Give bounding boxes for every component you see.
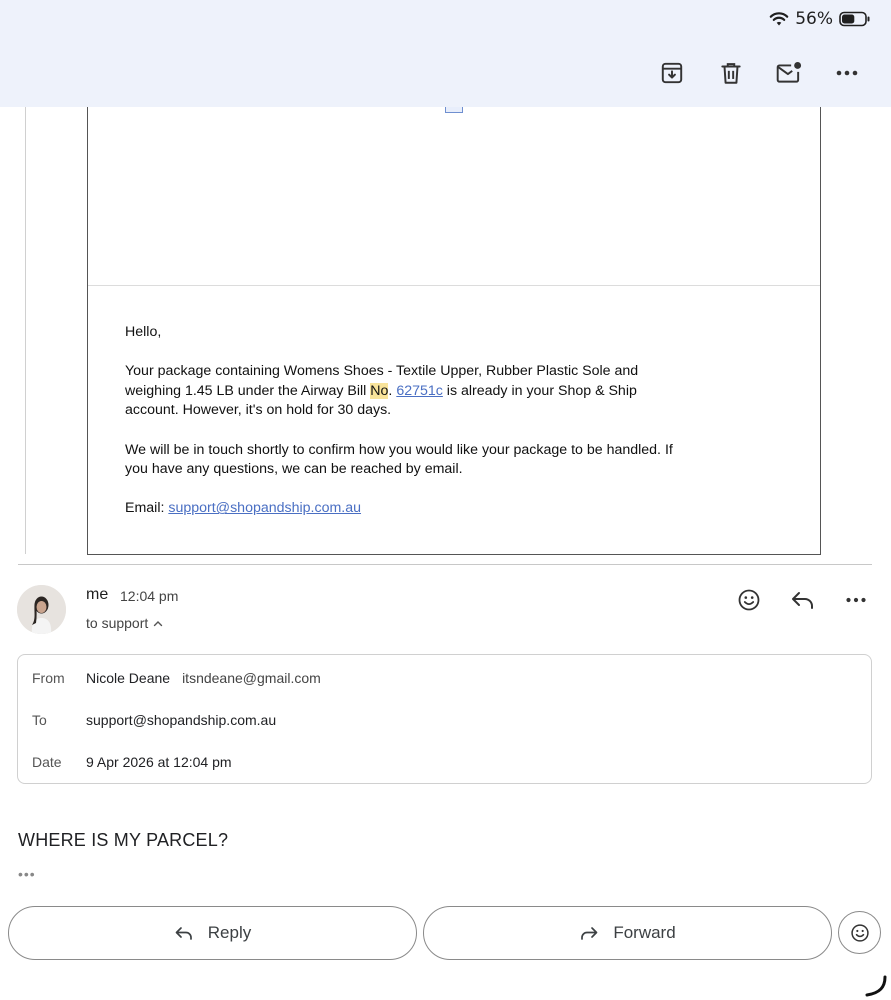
message-separator <box>18 564 872 565</box>
chevron-up-icon <box>154 620 163 626</box>
mark-unread-icon <box>776 62 802 83</box>
quoted-email-body: Hello, Your package containing Womens Sh… <box>125 323 685 539</box>
reply-button[interactable]: Reply <box>8 906 417 960</box>
search-highlight: No <box>370 382 389 399</box>
top-app-bar: 56% <box>0 0 891 107</box>
reply-icon <box>792 592 813 609</box>
more-icon <box>836 70 858 76</box>
forward-icon <box>581 927 598 940</box>
to-row: To support@shopandship.com.au <box>32 712 276 728</box>
forward-button[interactable]: Forward <box>423 906 832 960</box>
smiley-icon <box>850 923 869 942</box>
airway-bill-link[interactable]: 62751c <box>396 383 443 399</box>
toolbar <box>591 55 891 91</box>
from-name: Nicole Deane <box>86 670 171 686</box>
smiley-icon <box>738 589 760 611</box>
divider <box>88 285 820 286</box>
recipient-summary: to support <box>86 615 149 631</box>
contact-paragraph: We will be in touch shortly to confirm h… <box>125 441 673 478</box>
delete-button[interactable] <box>713 55 749 91</box>
from-row: From Nicole Deane itsndeane@gmail.com <box>32 670 321 686</box>
message-details-card: From Nicole Deane itsndeane@gmail.com To … <box>17 654 872 784</box>
scroll-indicator-icon <box>865 975 887 997</box>
recipient-toggle[interactable]: to support <box>86 615 163 631</box>
quote-thread-line <box>25 107 26 554</box>
date-label: Date <box>32 754 62 770</box>
from-email[interactable]: itsndeane@gmail.com <box>182 670 321 686</box>
quoted-email: Hello, Your package containing Womens Sh… <box>87 100 821 555</box>
message-time: 12:04 pm <box>120 588 179 604</box>
avatar-image <box>17 585 66 634</box>
message-more-button[interactable] <box>840 584 872 616</box>
battery-percent: 56% <box>795 9 833 29</box>
forward-label: Forward <box>613 923 676 942</box>
sender-name: me <box>86 586 109 603</box>
battery-icon <box>839 11 870 27</box>
status-bar: 56% <box>769 8 871 30</box>
support-email-link[interactable]: support@shopandship.com.au <box>168 500 361 516</box>
avatar[interactable] <box>17 585 66 634</box>
reply-icon-button[interactable] <box>787 584 819 616</box>
more-icon <box>846 597 866 603</box>
to-value[interactable]: support@shopandship.com.au <box>86 712 276 728</box>
email-line: Email: support@shopandship.com.au <box>125 500 362 517</box>
reply-label: Reply <box>207 923 252 942</box>
date-row: Date 9 Apr 2026 at 12:04 pm <box>32 754 232 770</box>
greeting: Hello, <box>125 324 162 340</box>
mark-unread-button[interactable] <box>771 55 807 91</box>
emoji-reaction-button[interactable] <box>838 911 881 954</box>
package-paragraph: Your package containing Womens Shoes - T… <box>125 363 639 419</box>
react-emoji-button[interactable] <box>733 584 765 616</box>
from-label: From <box>32 670 65 686</box>
archive-button[interactable] <box>654 55 690 91</box>
more-options-button[interactable] <box>829 55 865 91</box>
archive-icon <box>661 62 683 84</box>
message-body: WHERE IS MY PARCEL? <box>18 830 229 850</box>
show-trimmed-content[interactable]: ••• <box>18 866 36 882</box>
delete-icon <box>721 63 741 84</box>
wifi-icon <box>769 12 789 26</box>
reply-icon <box>175 927 192 940</box>
date-value: 9 Apr 2026 at 12:04 pm <box>86 754 232 770</box>
to-label: To <box>32 712 47 728</box>
